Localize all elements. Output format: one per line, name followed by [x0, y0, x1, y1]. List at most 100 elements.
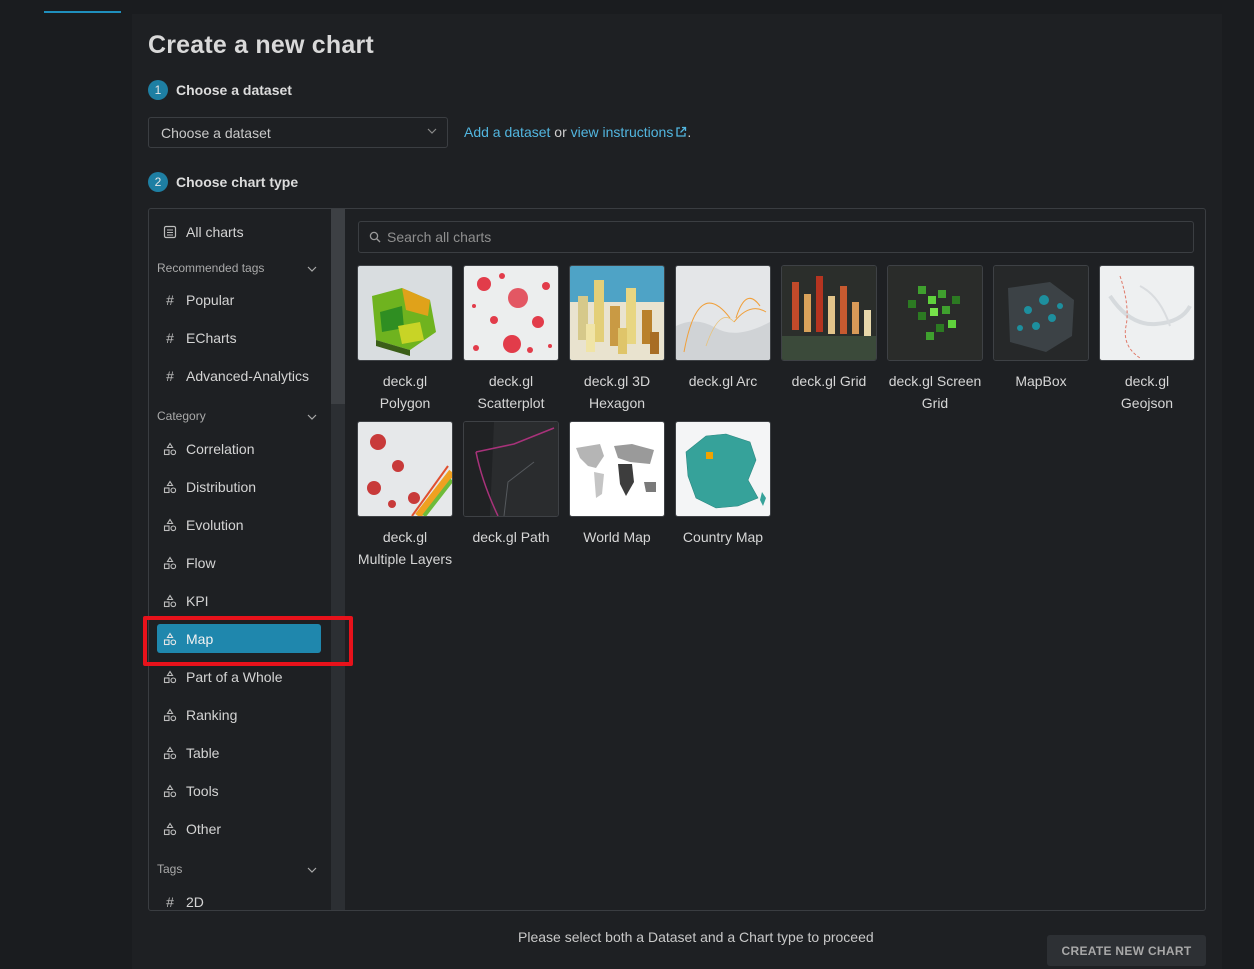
chart-thumbnail: [463, 265, 559, 361]
sidebar-item-label: All charts: [186, 223, 244, 240]
sidebar-item-label: Ranking: [186, 706, 238, 723]
sidebar-item-label: Correlation: [186, 440, 255, 457]
polygon-thumbnail-image: [358, 266, 452, 360]
chart-thumbnail: [1099, 265, 1195, 361]
shapes-icon: [163, 593, 177, 607]
sidebar-item-distribution[interactable]: Distribution: [157, 472, 321, 501]
sidebar-item-label: Tools: [186, 782, 219, 799]
chart-tile-deckgl-arc[interactable]: deck.gl Arc: [675, 265, 771, 392]
sidebar-item-label: ECharts: [186, 329, 237, 346]
sidebar-item-other[interactable]: Other: [157, 814, 321, 843]
step-choose-dataset: 1 Choose a dataset: [148, 80, 292, 100]
shapes-icon: [163, 821, 177, 835]
sidebar-item-label: Other: [186, 820, 222, 837]
country-map-thumbnail-image: [676, 422, 770, 516]
chart-tile-label: MapBox: [1015, 373, 1067, 389]
chart-thumbnail: [675, 265, 771, 361]
add-dataset-link[interactable]: Add a dataset: [464, 124, 550, 140]
chart-tile-world-map[interactable]: World Map: [569, 421, 665, 548]
shapes-icon: [163, 631, 177, 645]
hash-icon: #: [166, 329, 174, 346]
chart-sidebar: All charts Recommended tags # Popular # EC…: [149, 209, 331, 910]
shapes-icon: [163, 745, 177, 759]
shapes-icon: [163, 441, 177, 455]
chart-tile-label: deck.gl 3D Hexagon: [583, 373, 651, 411]
chart-tile-deckgl-geojson[interactable]: deck.gl Geojson: [1099, 265, 1195, 414]
hash-icon: #: [166, 893, 174, 910]
chart-tile-deckgl-polygon[interactable]: deck.gl Polygon: [357, 265, 453, 414]
shapes-icon: [163, 707, 177, 721]
create-chart-panel: Create a new chart 1 Choose a dataset Ch…: [132, 14, 1222, 969]
hash-icon: #: [166, 291, 174, 308]
sidebar-item-correlation[interactable]: Correlation: [157, 434, 321, 463]
sidebar-item-label: Map: [186, 630, 214, 647]
recommended-tags-header[interactable]: Recommended tags: [157, 261, 317, 275]
sidebar-item-map[interactable]: Map: [157, 624, 321, 653]
sidebar-item-echarts[interactable]: # ECharts: [157, 323, 321, 352]
grid-thumbnail-image: [782, 266, 876, 360]
category-header[interactable]: Category: [157, 409, 317, 423]
chart-tile-deckgl-screen-grid[interactable]: deck.gl Screen Grid: [887, 265, 983, 414]
chart-tile-deckgl-grid[interactable]: deck.gl Grid: [781, 265, 877, 392]
sidebar-item-part-of-a-whole[interactable]: Part of a Whole: [157, 662, 321, 691]
scatterplot-thumbnail-image: [464, 266, 558, 360]
chart-thumbnail: [357, 265, 453, 361]
sidebar-scrollbar-thumb[interactable]: [331, 209, 345, 404]
dataset-select[interactable]: Choose a dataset: [148, 117, 448, 148]
chevron-down-icon: [427, 128, 437, 134]
chart-tile-label: Country Map: [682, 529, 764, 545]
external-link-icon: [676, 126, 687, 137]
dataset-help-text: Add a dataset or view instructions.: [464, 124, 691, 140]
create-new-chart-button[interactable]: CREATE NEW CHART: [1047, 935, 1206, 966]
tags-header[interactable]: Tags: [157, 862, 317, 876]
screen-grid-thumbnail-image: [888, 266, 982, 360]
sidebar-item-popular[interactable]: # Popular: [157, 285, 321, 314]
step-label: Choose a dataset: [176, 82, 292, 98]
sidebar-item-table[interactable]: Table: [157, 738, 321, 767]
sidebar-item-2d[interactable]: #2D: [157, 887, 321, 910]
chart-tile-country-map[interactable]: Country Map: [675, 421, 771, 548]
arc-thumbnail-image: [676, 266, 770, 360]
sidebar-item-ranking[interactable]: Ranking: [157, 700, 321, 729]
chart-thumbnail: [781, 265, 877, 361]
shapes-icon: [163, 669, 177, 683]
sidebar-item-kpi[interactable]: KPI: [157, 586, 321, 615]
chart-tile-deckgl-path[interactable]: deck.gl Path: [463, 421, 559, 548]
chart-tile-label: deck.gl Polygon: [379, 373, 431, 411]
search-icon: [369, 231, 381, 243]
sidebar-item-label: Advanced-Analytics: [186, 367, 309, 384]
chart-tile-label: deck.gl Screen Grid: [888, 373, 982, 411]
sidebar-item-flow[interactable]: Flow: [157, 548, 321, 577]
chart-tile-deckgl-scatterplot[interactable]: deck.gl Scatterplot: [463, 265, 559, 414]
sidebar-item-label: Flow: [186, 554, 216, 571]
sidebar-item-label: Table: [186, 744, 220, 761]
sidebar-item-advanced-analytics[interactable]: # Advanced-Analytics: [157, 361, 321, 390]
search-charts-input[interactable]: Search all charts: [358, 221, 1194, 253]
multiple-layers-thumbnail-image: [358, 422, 452, 516]
period-text: .: [687, 124, 692, 140]
chart-tile-label: deck.gl Scatterplot: [477, 373, 545, 411]
chart-thumbnail: [463, 421, 559, 517]
sidebar-item-label: Popular: [186, 291, 235, 308]
chart-tile-deckgl-multiple-layers[interactable]: deck.gl Multiple Layers: [357, 421, 453, 570]
world-map-thumbnail-image: [570, 422, 664, 516]
view-instructions-link[interactable]: view instructions: [571, 124, 688, 140]
active-tab-indicator: [44, 11, 121, 13]
chart-thumbnail: [993, 265, 1089, 361]
chart-tile-deckgl-3d-hexagon[interactable]: deck.gl 3D Hexagon: [569, 265, 665, 414]
chart-tile-label: deck.gl Geojson: [1120, 373, 1174, 411]
section-header-label: Category: [157, 409, 206, 423]
chevron-down-icon: [307, 867, 317, 873]
sidebar-item-tools[interactable]: Tools: [157, 776, 321, 805]
sidebar-item-all-charts[interactable]: All charts: [157, 217, 321, 246]
hexagon-thumbnail-image: [570, 266, 664, 360]
search-placeholder: Search all charts: [387, 229, 492, 245]
list-icon: [163, 225, 177, 238]
sidebar-item-label: Distribution: [186, 478, 257, 495]
step-number-badge: 2: [148, 172, 168, 192]
section-header-label: Recommended tags: [157, 261, 265, 275]
chart-tile-mapbox[interactable]: MapBox: [993, 265, 1089, 392]
step-number-badge: 1: [148, 80, 168, 100]
sidebar-item-evolution[interactable]: Evolution: [157, 510, 321, 539]
step-choose-chart-type: 2 Choose chart type: [148, 172, 298, 192]
